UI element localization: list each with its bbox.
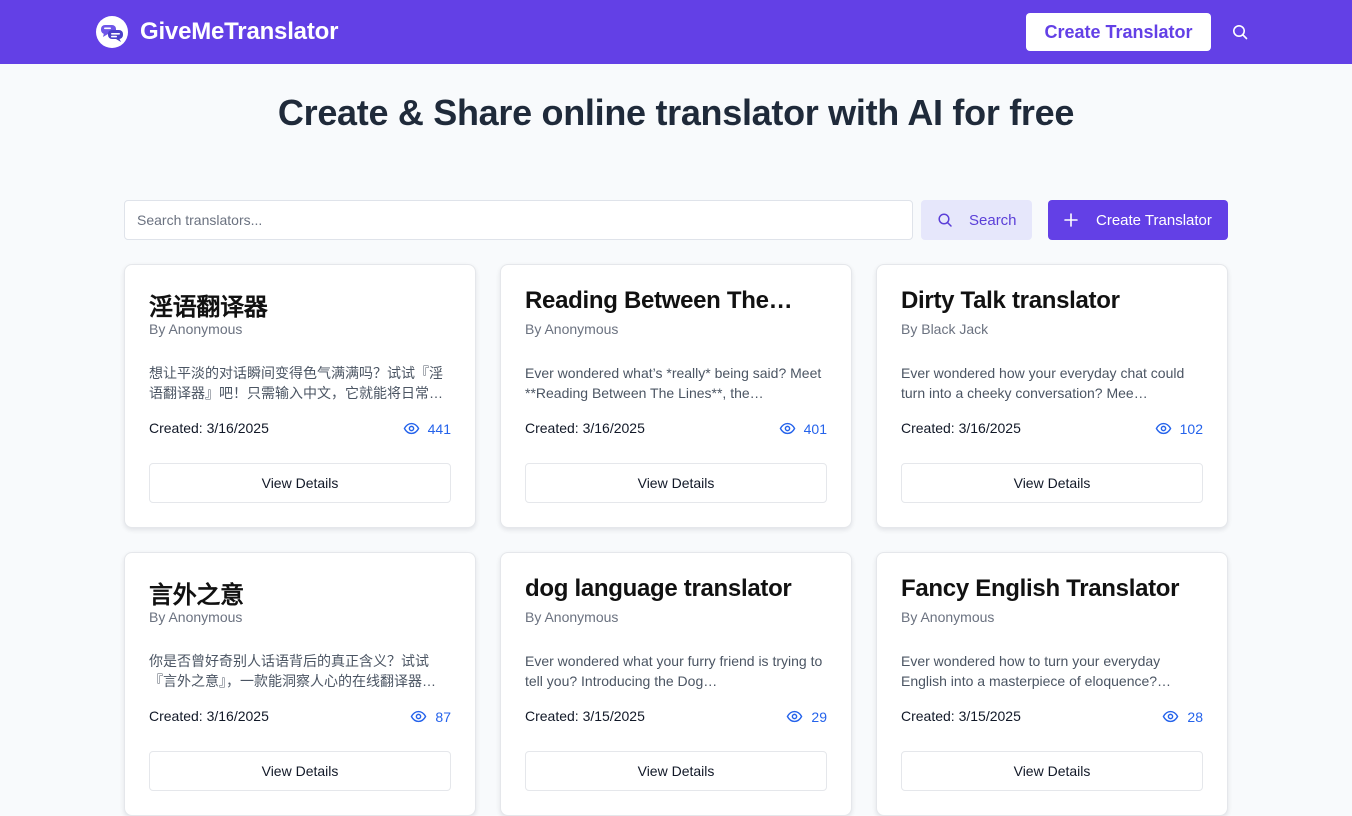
card-view-count: 28 xyxy=(1162,708,1203,725)
card-author: By Anonymous xyxy=(525,609,619,625)
translator-card: Dirty Talk translator By Black Jack Ever… xyxy=(876,264,1228,528)
card-author: By Anonymous xyxy=(149,321,243,337)
top-navbar: GiveMeTranslator Create Translator xyxy=(0,0,1352,64)
card-description: 想让平淡的对话瞬间变得色气满满吗？试试『淫语翻译器』吧！只需输入中文，它就能将日… xyxy=(149,365,443,401)
card-views-number: 401 xyxy=(803,420,827,437)
eye-icon xyxy=(411,710,427,723)
card-title[interactable]: 淫语翻译器 xyxy=(149,287,449,322)
card-created-date: Created: 3/16/2025 xyxy=(149,420,269,436)
brand-name: GiveMeTranslator xyxy=(140,18,339,45)
eye-icon xyxy=(1163,710,1179,723)
card-description: Ever wondered how to turn your everyday … xyxy=(901,653,1172,689)
chat-translate-logo-icon xyxy=(96,16,128,48)
eye-icon xyxy=(1155,422,1171,435)
translator-card: Fancy English Translator By Anonymous Ev… xyxy=(876,552,1228,816)
card-created-date: Created: 3/16/2025 xyxy=(901,420,1021,436)
card-view-count: 441 xyxy=(403,420,451,437)
card-view-count: 102 xyxy=(1155,420,1203,437)
card-views-number: 29 xyxy=(811,708,827,725)
translator-card: Reading Between The… By Anonymous Ever w… xyxy=(500,264,852,528)
search-icon[interactable] xyxy=(1231,23,1249,41)
card-description: Ever wondered what’s *really* being said… xyxy=(525,365,822,401)
card-created-date: Created: 3/15/2025 xyxy=(525,708,645,724)
view-details-button[interactable]: View Details xyxy=(525,751,827,791)
view-details-button[interactable]: View Details xyxy=(149,751,451,791)
card-author: By Anonymous xyxy=(525,321,619,337)
header-create-translator-button[interactable]: Create Translator xyxy=(1026,13,1211,51)
card-views-number: 441 xyxy=(427,420,451,437)
search-input[interactable] xyxy=(124,200,913,240)
search-icon xyxy=(938,213,952,227)
translator-card: 淫语翻译器 By Anonymous 想让平淡的对话瞬间变得色气满满吗？试试『淫… xyxy=(124,264,476,528)
view-details-button[interactable]: View Details xyxy=(901,751,1203,791)
eye-icon xyxy=(403,422,419,435)
view-details-button[interactable]: View Details xyxy=(525,463,827,503)
page-title: Create & Share online translator with AI… xyxy=(277,92,1075,133)
card-description: 你是否曾好奇别人话语背后的真正含义？试试『言外之意』，一款能洞察人心的在线翻译器… xyxy=(149,653,436,689)
card-title[interactable]: Reading Between The… xyxy=(525,287,825,315)
create-translator-label: Create Translator xyxy=(1096,211,1212,229)
card-title[interactable]: dog language translator xyxy=(525,575,825,603)
card-created-date: Created: 3/16/2025 xyxy=(525,420,645,436)
eye-icon xyxy=(779,422,795,435)
card-views-number: 87 xyxy=(435,708,451,725)
card-view-count: 401 xyxy=(779,420,827,437)
card-created-date: Created: 3/15/2025 xyxy=(901,708,1021,724)
create-translator-button[interactable]: Create Translator xyxy=(1048,200,1228,240)
translator-card: 言外之意 By Anonymous 你是否曾好奇别人话语背后的真正含义？试试『言… xyxy=(124,552,476,816)
card-title[interactable]: Fancy English Translator xyxy=(901,575,1201,603)
card-author: By Anonymous xyxy=(149,609,243,625)
plus-icon xyxy=(1064,213,1078,227)
card-author: By Black Jack xyxy=(901,321,989,337)
card-view-count: 29 xyxy=(786,708,827,725)
card-title[interactable]: 言外之意 xyxy=(149,575,449,610)
card-views-number: 28 xyxy=(1187,708,1203,725)
card-description: Ever wondered what your furry friend is … xyxy=(525,653,823,689)
card-created-date: Created: 3/16/2025 xyxy=(149,708,269,724)
card-views-number: 102 xyxy=(1179,420,1203,437)
search-button[interactable]: Search xyxy=(921,200,1032,240)
card-author: By Anonymous xyxy=(901,609,995,625)
eye-icon xyxy=(787,710,803,723)
card-title[interactable]: Dirty Talk translator xyxy=(901,287,1201,315)
search-button-label: Search xyxy=(969,211,1017,229)
view-details-button[interactable]: View Details xyxy=(901,463,1203,503)
view-details-button[interactable]: View Details xyxy=(149,463,451,503)
card-description: Ever wondered how your everyday chat cou… xyxy=(901,365,1185,401)
card-view-count: 87 xyxy=(410,708,451,725)
brand-link[interactable]: GiveMeTranslator xyxy=(96,16,338,48)
translator-card: dog language translator By Anonymous Eve… xyxy=(500,552,852,816)
